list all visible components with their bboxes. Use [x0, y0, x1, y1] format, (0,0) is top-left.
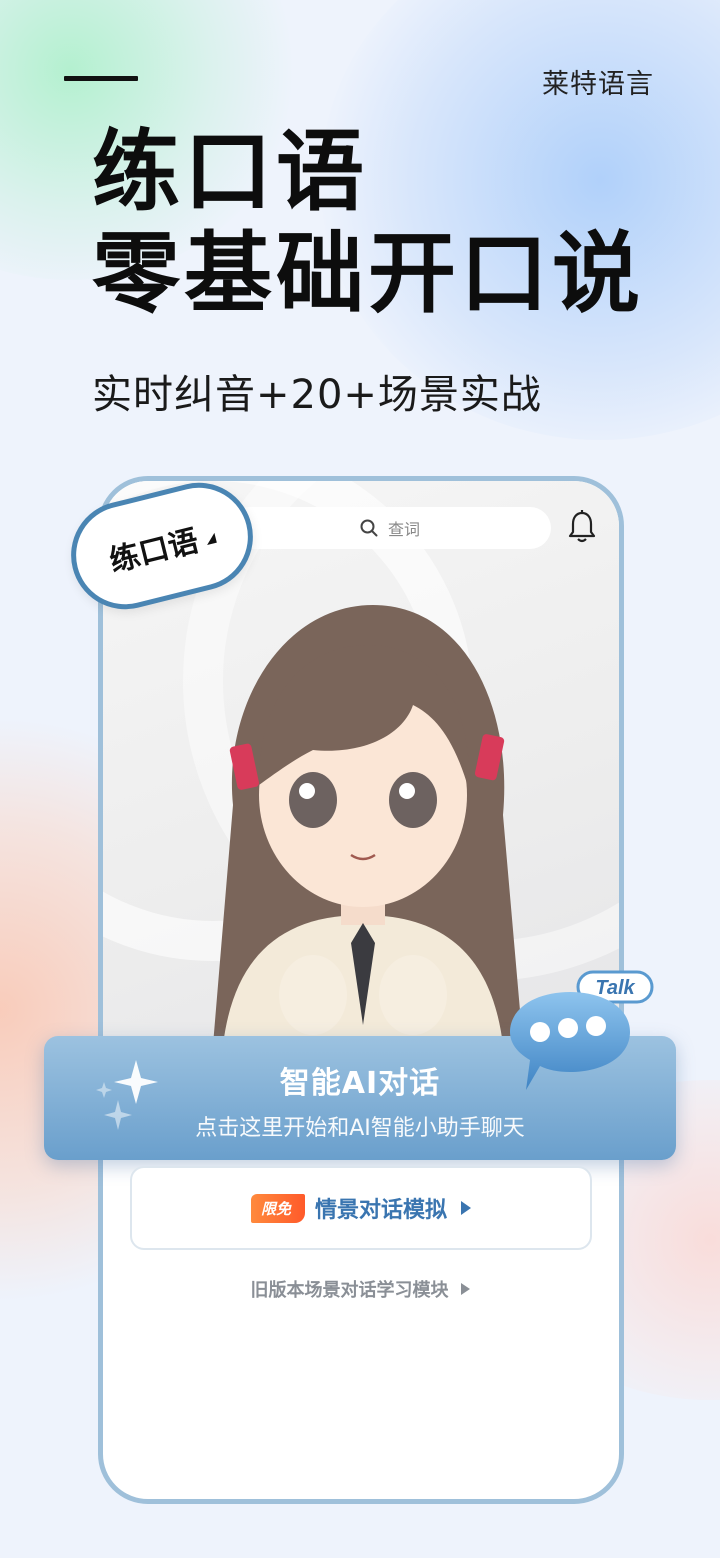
headline-line1: 练口语	[92, 120, 369, 223]
play-triangle-icon	[460, 1283, 470, 1295]
free-badge: 限免	[250, 1193, 305, 1223]
scene-dialogue-label: 情景对话模拟	[315, 1198, 448, 1223]
search-placeholder: 查词	[387, 520, 420, 539]
search-icon	[360, 519, 378, 537]
decorative-dash	[64, 76, 138, 81]
play-triangle-icon	[461, 1201, 472, 1215]
practice-tab-label: 练口语	[106, 523, 203, 580]
legacy-module-label: 旧版本场景对话学习模块	[250, 1280, 449, 1301]
dropdown-caret-icon	[204, 532, 217, 546]
brand-name: 莱特语言	[542, 69, 654, 100]
subheadline: 实时纠音+20+场景实战	[92, 372, 542, 418]
scene-dialogue-button[interactable]: 限免 情景对话模拟	[130, 1166, 592, 1250]
talk-label: Talk	[595, 977, 635, 999]
search-bar[interactable]: 查词	[229, 507, 551, 549]
bell-icon[interactable]	[567, 509, 597, 545]
chat-bubble-icon: Talk	[510, 970, 654, 1090]
ai-chat-subtitle: 点击这里开始和AI智能小助手聊天	[195, 1116, 525, 1141]
headline-line2: 零基础开口说	[92, 222, 645, 325]
legacy-module-link[interactable]: 旧版本场景对话学习模块	[0, 1276, 720, 1302]
